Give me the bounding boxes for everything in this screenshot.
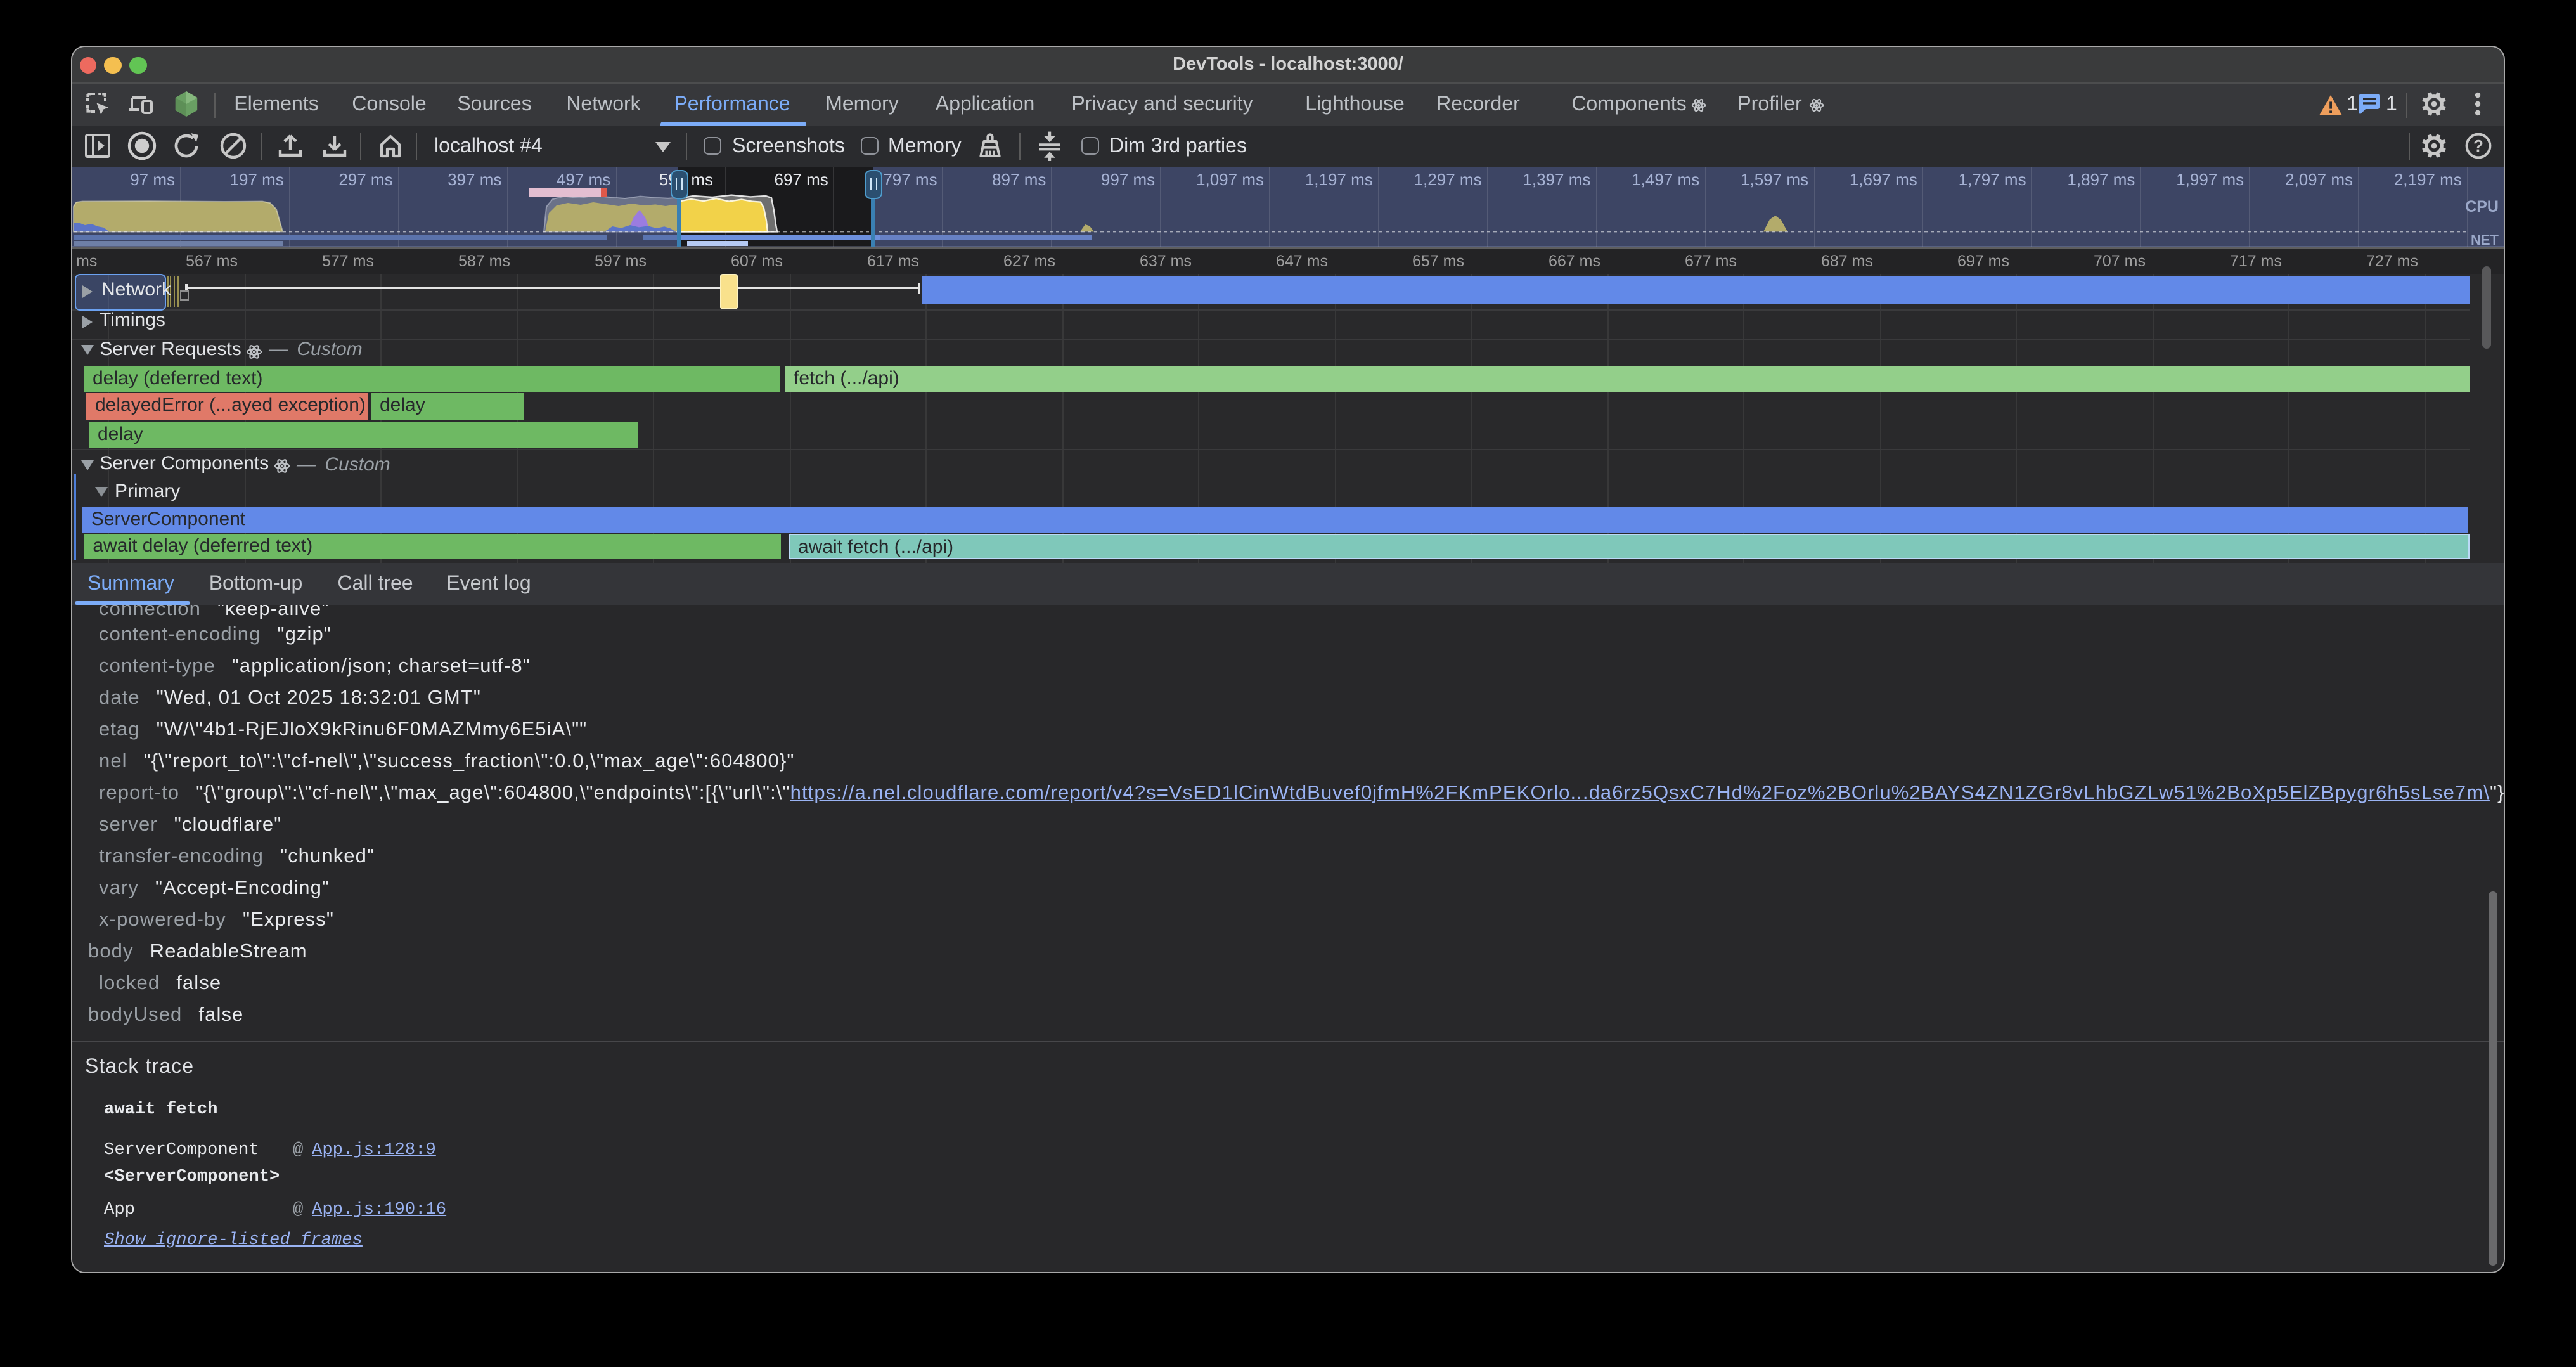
- svg-text:?: ?: [2473, 137, 2483, 156]
